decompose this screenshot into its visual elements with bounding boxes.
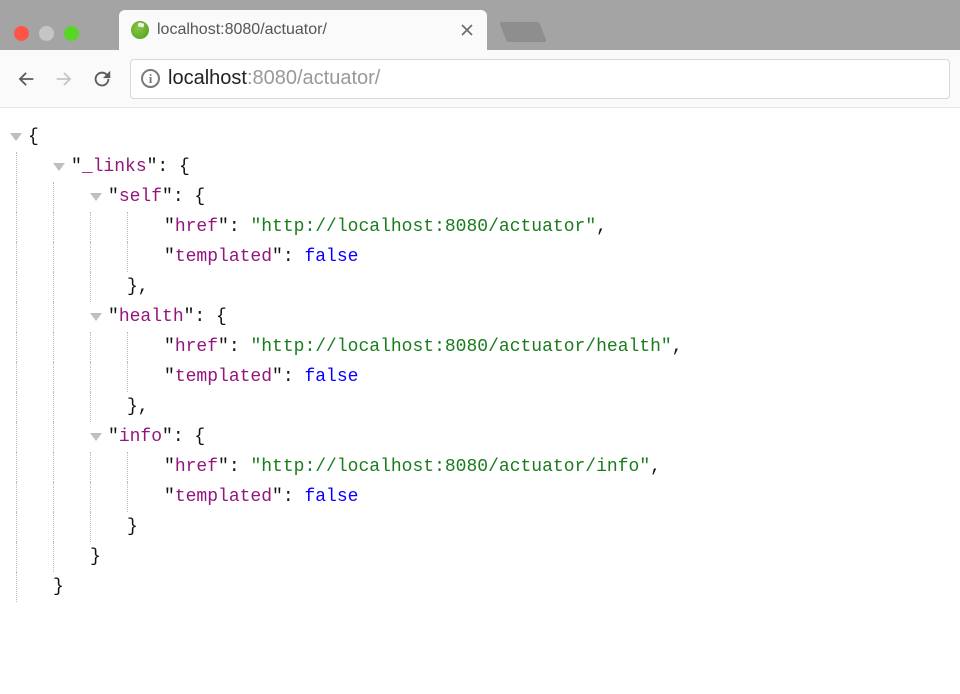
- json-bool-value: false: [304, 362, 358, 392]
- json-string-value: http://localhost:8080/actuator/health: [261, 337, 661, 357]
- browser-titlebar: localhost:8080/actuator/: [0, 0, 960, 50]
- new-tab-button[interactable]: [499, 22, 546, 42]
- json-key: self: [119, 182, 162, 212]
- collapse-toggle-icon[interactable]: [90, 193, 102, 201]
- json-key: href: [175, 332, 218, 362]
- json-key: href: [175, 452, 218, 482]
- collapse-toggle-icon[interactable]: [90, 313, 102, 321]
- json-key: templated: [175, 242, 272, 272]
- browser-tab[interactable]: localhost:8080/actuator/: [119, 10, 487, 50]
- window-controls: [0, 22, 79, 41]
- json-viewer: { "_links": { "self": { "href": "http://…: [0, 108, 960, 602]
- json-key: _links: [82, 152, 147, 182]
- site-info-icon[interactable]: i: [141, 69, 160, 88]
- browser-toolbar: i localhost:8080/actuator/: [0, 50, 960, 108]
- json-bool-value: false: [304, 242, 358, 272]
- spring-favicon-icon: [131, 21, 149, 39]
- address-bar[interactable]: i localhost:8080/actuator/: [130, 59, 950, 99]
- json-string-value: http://localhost:8080/actuator: [261, 217, 585, 237]
- forward-button[interactable]: [48, 63, 80, 95]
- close-tab-button[interactable]: [459, 22, 475, 38]
- collapse-toggle-icon[interactable]: [53, 163, 65, 171]
- json-string-value: http://localhost:8080/actuator/info: [261, 457, 639, 477]
- url-host: localhost: [168, 67, 247, 89]
- json-key: health: [119, 302, 184, 332]
- json-bool-value: false: [304, 482, 358, 512]
- tab-title: localhost:8080/actuator/: [157, 21, 451, 39]
- reload-button[interactable]: [86, 63, 118, 95]
- json-key: templated: [175, 362, 272, 392]
- url-path: :8080/actuator/: [247, 67, 380, 89]
- collapse-toggle-icon[interactable]: [10, 133, 22, 141]
- back-button[interactable]: [10, 63, 42, 95]
- minimize-window-button[interactable]: [39, 26, 54, 41]
- json-key: info: [119, 422, 162, 452]
- collapse-toggle-icon[interactable]: [90, 433, 102, 441]
- maximize-window-button[interactable]: [64, 26, 79, 41]
- json-key: href: [175, 212, 218, 242]
- json-key: templated: [175, 482, 272, 512]
- url-text: localhost:8080/actuator/: [168, 67, 380, 90]
- close-window-button[interactable]: [14, 26, 29, 41]
